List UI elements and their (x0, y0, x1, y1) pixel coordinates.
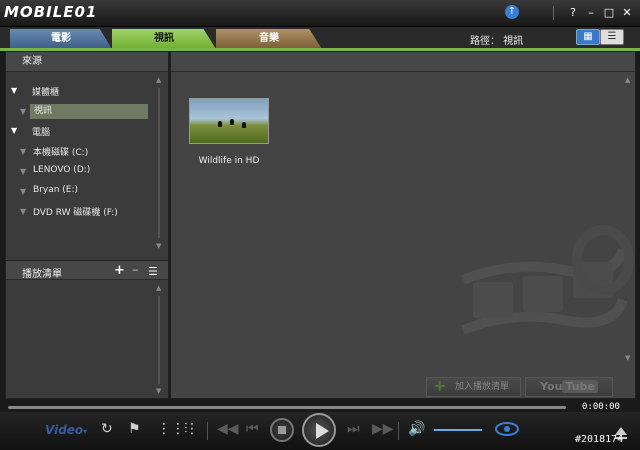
youtube-tube: Tube (562, 380, 598, 393)
expand-arrow-icon[interactable]: ▼ (11, 126, 17, 135)
divider (207, 422, 208, 440)
time-display: 0:00:00 (582, 402, 620, 412)
playlist-menu-icon[interactable]: ☰ (148, 265, 158, 278)
expand-arrow-icon[interactable]: ▼ (20, 187, 26, 196)
seek-bar[interactable] (8, 406, 566, 409)
bird-shape (242, 122, 246, 128)
youtube-button[interactable]: You Tube (525, 377, 613, 397)
plus-icon: + (433, 376, 447, 395)
filmstrip-watermark-icon (461, 225, 634, 335)
maximize-button[interactable]: □ (600, 5, 618, 21)
playlist-header: 播放清單 + – ☰ (6, 260, 168, 280)
add-to-playlist-label: 加入播放清單 (455, 382, 510, 392)
volume-icon[interactable]: 🔊 (408, 421, 425, 437)
bird-shape (218, 121, 222, 127)
dropdown-arrow-icon: ▾ (83, 427, 88, 436)
sidebar-item-drive-e[interactable]: Bryan (E:) (33, 185, 78, 195)
close-button[interactable]: ✕ (618, 5, 636, 21)
stop-button[interactable] (270, 418, 294, 442)
divider (553, 6, 554, 20)
path-label: 路徑： 視訊 (470, 32, 523, 47)
sidebar-item-library[interactable]: 媒體櫃 (32, 85, 59, 98)
sidebar: 來源 ▼ 媒體櫃 ▼ 視訊 ▼ 電腦 ▼ 本機磁碟 (C:) ▼ LENOVO … (5, 51, 169, 399)
title-bar: MOBILE01 ↑ ? – □ ✕ (0, 0, 640, 27)
video-title[interactable]: Wildlife in HD (183, 156, 275, 166)
expand-arrow-icon[interactable]: ▼ (11, 86, 17, 95)
player-controls: Video▾ ↻ ⚑ ⋮⋮⋮ ⫶ ◀◀ ⏮ ⏭ ▶▶ 🔊 (0, 412, 640, 450)
rewind-icon[interactable]: ◀◀ (217, 421, 239, 437)
remove-playlist-icon[interactable]: – (132, 263, 139, 278)
sidebar-item-drive-d[interactable]: LENOVO (D:) (33, 165, 90, 175)
bookmark-icon[interactable]: ⚑ (128, 421, 141, 437)
path-value: 視訊 (503, 36, 524, 47)
expand-arrow-icon[interactable]: ▼ (20, 147, 26, 156)
scroll-up-icon[interactable]: ▲ (156, 284, 161, 292)
video-mode-selector[interactable]: Video▾ (45, 423, 87, 437)
volume-slider[interactable] (434, 429, 482, 431)
repeat-icon[interactable]: ↻ (101, 421, 113, 437)
scroll-up-icon[interactable]: ▲ (156, 76, 161, 84)
settings-icon[interactable]: ⫶ (184, 421, 188, 437)
scroll-down-icon[interactable]: ▼ (156, 242, 161, 250)
tab-video[interactable]: 視訊 (112, 29, 216, 49)
app-logo: MOBILE01 (4, 3, 98, 21)
tab-movie[interactable]: 電影 (10, 29, 112, 49)
eye-icon[interactable] (495, 422, 519, 436)
tab-bar: 電影 視訊 音樂 路徑： 視訊 ▦ ☰ (0, 27, 640, 49)
expand-arrow-icon[interactable]: ▼ (20, 207, 26, 216)
sidebar-item-drive-c[interactable]: 本機磁碟 (C:) (33, 145, 88, 158)
sidebar-item-drive-f[interactable]: DVD RW 磁碟機 (F:) (33, 205, 118, 218)
next-icon[interactable]: ⏭ (347, 421, 360, 437)
tab-music[interactable]: 音樂 (216, 29, 322, 49)
bird-shape (230, 119, 234, 125)
path-prefix: 路徑： (470, 36, 500, 47)
watermark: #2018174 (575, 434, 624, 445)
youtube-you: You (540, 380, 563, 393)
play-button[interactable] (302, 413, 336, 447)
list-view-icon[interactable]: ☰ (600, 29, 624, 45)
playlist-title: 播放清單 (22, 269, 62, 280)
expand-arrow-icon[interactable]: ▼ (20, 167, 26, 176)
main-header (171, 52, 635, 72)
divider (398, 422, 399, 440)
source-header: 來源 (6, 52, 168, 72)
grid-view-icon[interactable]: ▦ (576, 29, 600, 45)
add-playlist-icon[interactable]: + (114, 263, 125, 278)
collapse-arrow-icon[interactable]: ▼ (20, 107, 26, 116)
scrollbar-track[interactable] (158, 296, 160, 384)
chapters-icon[interactable]: ⋮⋮⋮ (157, 421, 199, 437)
previous-icon[interactable]: ⏮ (246, 421, 259, 437)
video-thumbnail[interactable] (189, 98, 269, 144)
scroll-down-icon[interactable]: ▼ (156, 387, 161, 395)
video-mode-label: Video (45, 423, 84, 437)
help-button[interactable]: ? (564, 5, 582, 21)
add-to-playlist-button[interactable]: + 加入播放清單 (426, 377, 521, 397)
scroll-down-icon[interactable]: ▼ (625, 354, 630, 362)
scroll-up-icon[interactable]: ▲ (625, 76, 630, 84)
sidebar-item-computer[interactable]: 電腦 (32, 125, 50, 138)
media-grid: Wildlife in HD + 加入播放清單 You Tube ▲ ▼ (170, 51, 636, 399)
update-icon[interactable]: ↑ (505, 5, 519, 19)
scrollbar-track[interactable] (158, 88, 160, 238)
minimize-button[interactable]: – (582, 5, 600, 21)
sidebar-item-video[interactable]: 視訊 (30, 104, 148, 119)
fast-forward-icon[interactable]: ▶▶ (372, 421, 394, 437)
